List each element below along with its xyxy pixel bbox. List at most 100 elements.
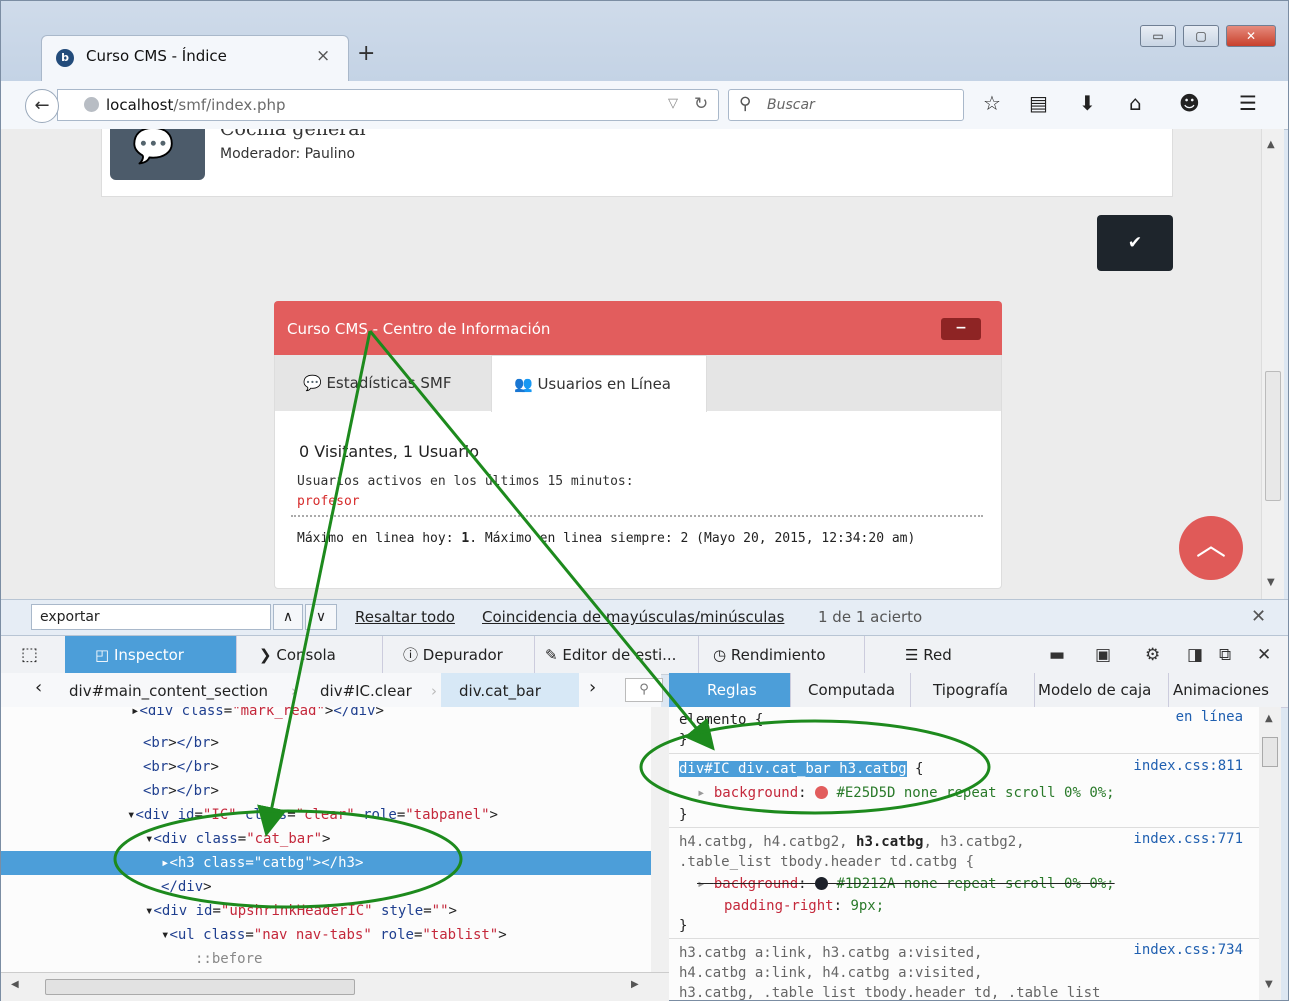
scroll-up-icon[interactable]: ▲ xyxy=(1267,139,1275,150)
collapse-button[interactable]: − xyxy=(941,318,981,340)
rule-declaration[interactable]: ▸ background: #E25D5D none repeat scroll… xyxy=(697,782,1115,804)
markup-node[interactable]: </div> xyxy=(1,875,651,899)
scroll-right-icon[interactable]: ▶ xyxy=(631,979,639,990)
tab-close-icon[interactable]: × xyxy=(316,46,330,66)
scroll-down-icon[interactable]: ▼ xyxy=(1265,979,1273,990)
new-tab-button[interactable]: + xyxy=(357,41,375,66)
scroll-to-top-button[interactable]: ︿ xyxy=(1179,516,1243,580)
home-icon[interactable]: ⌂ xyxy=(1129,91,1142,115)
forum-name[interactable]: Cocina general xyxy=(220,129,366,140)
markup-horizontal-thumb[interactable] xyxy=(45,979,355,995)
property-name[interactable]: padding-right xyxy=(724,898,834,914)
match-case-button[interactable]: Coincidencia de mayúsculas/minúsculas xyxy=(482,608,784,626)
breadcrumb-item-selected[interactable]: div.cat_bar xyxy=(459,682,541,700)
property-name[interactable]: background xyxy=(714,876,798,892)
undock-icon[interactable]: ⧉ xyxy=(1219,645,1231,665)
history-dropdown-icon[interactable]: ▽ xyxy=(668,96,678,111)
split-console-icon[interactable]: ▬ xyxy=(1049,645,1065,665)
rule-source[interactable]: en línea xyxy=(1176,709,1243,725)
rules-scroll-thumb[interactable] xyxy=(1262,737,1278,767)
tab-stats[interactable]: 💬 Estadísticas SMF xyxy=(285,355,490,411)
highlight-all-button[interactable]: Resaltar todo xyxy=(355,608,455,626)
markup-node[interactable]: ▸<div class="mark_read"></div> xyxy=(1,707,651,723)
minimize-button[interactable]: ▭ xyxy=(1140,25,1176,47)
scroll-down-icon[interactable]: ▼ xyxy=(1267,577,1275,588)
markup-scrollbar[interactable] xyxy=(651,707,669,972)
color-swatch[interactable] xyxy=(815,877,829,890)
rule-source[interactable]: index.css:811 xyxy=(1133,758,1243,774)
property-name[interactable]: background xyxy=(714,785,798,801)
back-button[interactable]: ← xyxy=(25,89,59,123)
markup-search-icon[interactable]: ⚲ xyxy=(625,678,663,702)
url-text[interactable]: localhost/smf/index.php xyxy=(106,96,286,114)
markup-node[interactable]: ▾<div id="upshrinkHeaderIC" style=""> xyxy=(1,899,651,923)
breadcrumb-item[interactable]: div#main_content_section xyxy=(69,682,268,700)
tab-computed[interactable]: Computada xyxy=(791,673,911,707)
page-scrollbar[interactable]: ▲ ▼ xyxy=(1261,129,1284,599)
find-next-button[interactable]: ∨ xyxy=(305,604,337,630)
settings-gear-icon[interactable]: ⚙ xyxy=(1145,645,1160,665)
markup-node[interactable]: ▾<ul class="nav nav-tabs" role="tablist"… xyxy=(1,923,651,947)
tab-fonts[interactable]: Tipografía xyxy=(911,673,1035,707)
markup-node-selected[interactable]: ▸<h3 class="catbg"></h3> xyxy=(1,851,651,875)
expand-icon[interactable]: ▸ xyxy=(697,876,714,892)
tab-network[interactable]: ☰ Red xyxy=(865,636,1025,674)
page-scrollbar-thumb[interactable] xyxy=(1265,371,1281,501)
rules-scrollbar[interactable]: ▲ ▼ xyxy=(1259,707,1281,1000)
breadcrumb-right-icon[interactable]: › xyxy=(589,677,596,698)
rule-source[interactable]: index.css:771 xyxy=(1133,831,1243,847)
tab-debugger[interactable]: ⓘ Depurador xyxy=(383,636,535,674)
url-bar[interactable]: localhost/smf/index.php ▽ ↻ xyxy=(57,89,719,121)
markup-node[interactable]: <br></br> xyxy=(1,731,651,755)
selector-match: h3.catbg xyxy=(856,834,924,850)
tab-online-users[interactable]: 👥 Usuarios en Línea xyxy=(491,355,707,412)
download-icon[interactable]: ⬇ xyxy=(1079,91,1096,115)
property-value[interactable]: #E25D5D none repeat scroll 0% 0%; xyxy=(836,785,1114,801)
find-previous-button[interactable]: ∧ xyxy=(273,604,303,630)
markup-node[interactable]: ▾<div class="cat_bar"> xyxy=(1,827,651,851)
star-icon[interactable]: ☆ xyxy=(983,91,1001,115)
color-swatch[interactable] xyxy=(815,786,829,799)
devtools-close-icon[interactable]: ✕ xyxy=(1257,645,1271,665)
tab-performance[interactable]: ◷ Rendimiento xyxy=(699,636,865,674)
close-window-button[interactable]: ✕ xyxy=(1226,25,1276,47)
search-bar[interactable]: ⚲ Buscar xyxy=(728,89,964,121)
tab-style-editor[interactable]: ✎ Editor de esti... xyxy=(535,636,699,674)
find-close-icon[interactable]: ✕ xyxy=(1251,606,1266,627)
markup-node[interactable]: <br></br> xyxy=(1,755,651,779)
mark-read-button[interactable]: ✔ xyxy=(1097,215,1173,271)
url-host: localhost xyxy=(106,96,174,114)
tab-rules[interactable]: Reglas xyxy=(669,673,791,707)
tab-console[interactable]: ❯ Consola xyxy=(237,636,383,674)
online-user-link[interactable]: profesor xyxy=(297,494,360,509)
element-picker-icon[interactable]: ⬚ xyxy=(21,636,38,674)
markup-node[interactable]: ▾<div id="IC" class="clear" role="tabpan… xyxy=(1,803,651,827)
reading-list-icon[interactable]: ▤ xyxy=(1029,91,1048,115)
property-value[interactable]: #1D212A none repeat scroll 0% 0%; xyxy=(836,876,1114,892)
reload-icon[interactable]: ↻ xyxy=(694,94,708,114)
chat-icon[interactable]: ☻ xyxy=(1179,91,1200,115)
find-input[interactable]: exportar xyxy=(31,604,271,630)
browser-tab[interactable]: b Curso CMS - Índice × xyxy=(41,35,349,81)
markup-horizontal-scrollbar[interactable]: ◀ ▶ xyxy=(1,972,669,1001)
rule-declaration-overridden[interactable]: ▸ background: #1D212A none repeat scroll… xyxy=(697,873,1115,895)
rule-selector: h3.catbg a:link, h3.catbg a:visited, xyxy=(679,945,983,961)
responsive-mode-icon[interactable]: ▣ xyxy=(1095,645,1111,665)
scroll-up-icon[interactable]: ▲ xyxy=(1265,713,1273,724)
maximize-button[interactable]: ▢ xyxy=(1183,25,1219,47)
dock-side-icon[interactable]: ◨ xyxy=(1187,645,1203,665)
rule-source[interactable]: index.css:734 xyxy=(1133,942,1243,958)
markup-node[interactable]: ::before xyxy=(1,947,651,971)
breadcrumb-item[interactable]: div#IC.clear xyxy=(320,682,412,700)
expand-icon[interactable]: ▸ xyxy=(697,785,714,801)
rule-selector-cont: .table_list tbody.header td.catbg { xyxy=(679,854,975,870)
tab-inspector[interactable]: ◰ Inspector xyxy=(65,636,237,674)
markup-node[interactable]: <br></br> xyxy=(1,779,651,803)
scroll-left-icon[interactable]: ◀ xyxy=(11,979,19,990)
rule-declaration[interactable]: padding-right: 9px; xyxy=(724,895,884,917)
tab-box-model[interactable]: Modelo de caja xyxy=(1035,673,1169,707)
breadcrumb-left-icon[interactable]: ‹ xyxy=(35,677,42,698)
tab-animations[interactable]: Animaciones xyxy=(1169,673,1288,707)
property-value[interactable]: 9px; xyxy=(850,898,884,914)
menu-icon[interactable]: ☰ xyxy=(1239,91,1257,115)
